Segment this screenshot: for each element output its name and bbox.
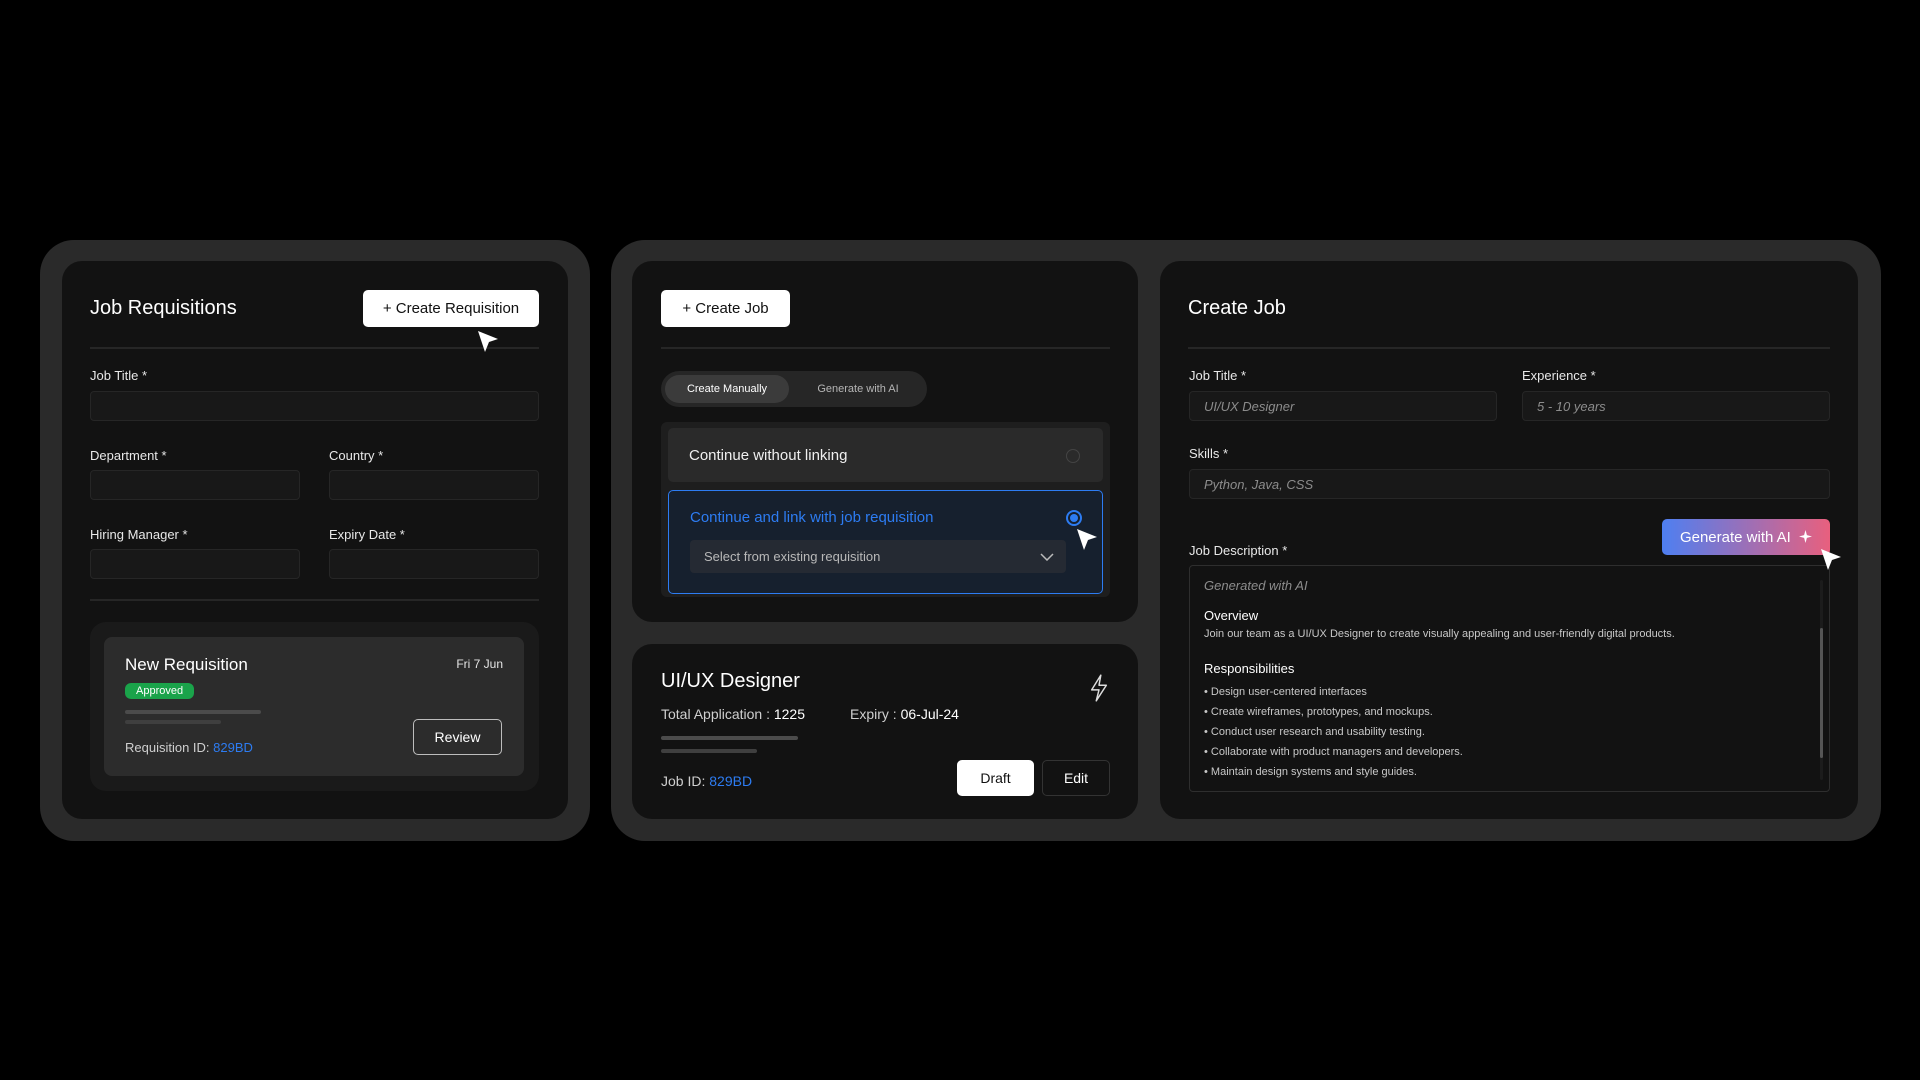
requisition-select-placeholder: Select from existing requisition <box>704 549 881 564</box>
review-button[interactable]: Review <box>413 719 502 755</box>
mode-tabs: Create Manually Generate with AI <box>661 371 927 407</box>
req-job-title-input[interactable] <box>90 391 539 421</box>
create-job-options-card: + Create Job Create Manually Generate wi… <box>632 261 1138 622</box>
create-job-button[interactable]: + Create Job <box>661 290 790 327</box>
lightning-icon[interactable] <box>1088 673 1110 703</box>
job-title-label: Job Title * <box>1189 368 1247 383</box>
overview-heading: Overview <box>1204 608 1259 623</box>
job-id: Job ID: 829BD <box>661 773 752 789</box>
requisitions-card: Job Requisitions + Create Requisition Jo… <box>62 261 568 819</box>
job-progress-bar-1 <box>661 736 798 740</box>
create-requisition-button[interactable]: + Create Requisition <box>363 290 539 327</box>
responsibility-item: • Collaborate with product managers and … <box>1204 746 1463 758</box>
hiring-manager-input[interactable] <box>90 549 300 579</box>
create-job-form-card: Create Job Job Title * Experience * Skil… <box>1160 261 1858 819</box>
tab-generate-with-ai[interactable]: Generate with AI <box>794 375 922 403</box>
skills-label: Skills * <box>1189 446 1229 461</box>
status-badge: Approved <box>125 683 195 699</box>
overview-text: Join our team as a UI/UX Designer to cre… <box>1204 628 1675 640</box>
link-options-wrap: Continue without linking Continue and li… <box>661 422 1110 597</box>
cursor-icon <box>1821 549 1841 570</box>
responsibility-item: • Design user-centered interfaces <box>1204 686 1367 698</box>
department-input[interactable] <box>90 470 300 500</box>
job-title-input[interactable] <box>1189 391 1497 421</box>
expiry-date-input[interactable] <box>329 549 539 579</box>
hiring-manager-label: Hiring Manager * <box>90 527 188 542</box>
scrollbar-track[interactable] <box>1820 580 1823 780</box>
tab-create-manually[interactable]: Create Manually <box>665 375 789 403</box>
experience-label: Experience * <box>1522 368 1596 383</box>
option-link-requisition-label: Continue and link with job requisition <box>690 509 934 526</box>
requisition-item-date: Fri 7 Jun <box>456 657 503 671</box>
cursor-icon <box>1077 529 1097 550</box>
expiry-date-label: Expiry Date * <box>329 527 405 542</box>
option-link-requisition[interactable]: Continue and link with job requisition S… <box>668 490 1103 594</box>
create-job-form-divider <box>1188 347 1830 349</box>
total-applications: Total Application : 1225 <box>661 706 805 722</box>
country-label: Country * <box>329 448 384 463</box>
job-expiry-value: 06-Jul-24 <box>900 706 959 722</box>
cursor-icon <box>478 331 498 352</box>
responsibility-item: • Maintain design systems and style guid… <box>1204 766 1417 778</box>
description-label: Job Description * <box>1189 543 1288 558</box>
department-label: Department * <box>90 448 167 463</box>
draft-button[interactable]: Draft <box>957 760 1034 796</box>
total-applications-label: Total Application : <box>661 706 770 722</box>
create-job-divider <box>661 347 1110 349</box>
requisitions-divider <box>90 347 539 349</box>
job-id-value: 829BD <box>709 773 753 789</box>
responsibility-item: • Conduct user research and usability te… <box>1204 726 1425 738</box>
requisitions-title: Job Requisitions <box>90 297 237 319</box>
generate-with-ai-button[interactable]: Generate with AI <box>1662 519 1830 555</box>
edit-button[interactable]: Edit <box>1042 760 1110 796</box>
radio-selected-icon[interactable] <box>1066 510 1082 526</box>
responsibilities-heading: Responsibilities <box>1204 661 1295 676</box>
requisition-select[interactable]: Select from existing requisition <box>690 540 1066 573</box>
requisition-id-value: 829BD <box>213 740 253 755</box>
form-divider <box>90 599 539 601</box>
create-job-title: Create Job <box>1188 297 1286 319</box>
requisition-item-title: New Requisition <box>125 655 248 674</box>
progress-bar-2 <box>125 720 221 724</box>
job-expiry-label: Expiry : <box>850 706 897 722</box>
requisition-item[interactable]: New Requisition Fri 7 Jun Approved Requi… <box>104 637 524 776</box>
scrollbar-thumb[interactable] <box>1820 628 1823 758</box>
job-id-label: Job ID: <box>661 773 706 789</box>
progress-bar-1 <box>125 710 261 714</box>
job-progress-bar-2 <box>661 749 757 753</box>
option-without-linking-label: Continue without linking <box>689 447 848 464</box>
country-input[interactable] <box>329 470 539 500</box>
radio-unselected-icon[interactable] <box>1066 449 1080 463</box>
option-without-linking[interactable]: Continue without linking <box>668 428 1103 482</box>
job-description-box[interactable]: Generated with AI Overview Join our team… <box>1189 565 1830 792</box>
requisition-list-wrap: New Requisition Fri 7 Jun Approved Requi… <box>90 622 539 791</box>
sparkle-icon <box>1799 529 1813 543</box>
job-card: UI/UX Designer Total Application : 1225 … <box>632 644 1138 819</box>
chevron-down-icon <box>1040 553 1054 561</box>
requisition-id-label: Requisition ID: <box>125 740 210 755</box>
generate-with-ai-label: Generate with AI <box>1679 528 1791 546</box>
requisition-id: Requisition ID: 829BD <box>125 740 253 755</box>
job-expiry: Expiry : 06-Jul-24 <box>850 706 959 722</box>
job-title-label: Job Title * <box>90 368 148 383</box>
skills-input[interactable] <box>1189 469 1830 499</box>
total-applications-value: 1225 <box>773 706 806 722</box>
experience-input[interactable] <box>1522 391 1830 421</box>
description-generated-hint: Generated with AI <box>1204 578 1308 593</box>
responsibility-item: • Create wireframes, prototypes, and moc… <box>1204 706 1433 718</box>
job-card-title: UI/UX Designer <box>661 670 800 692</box>
